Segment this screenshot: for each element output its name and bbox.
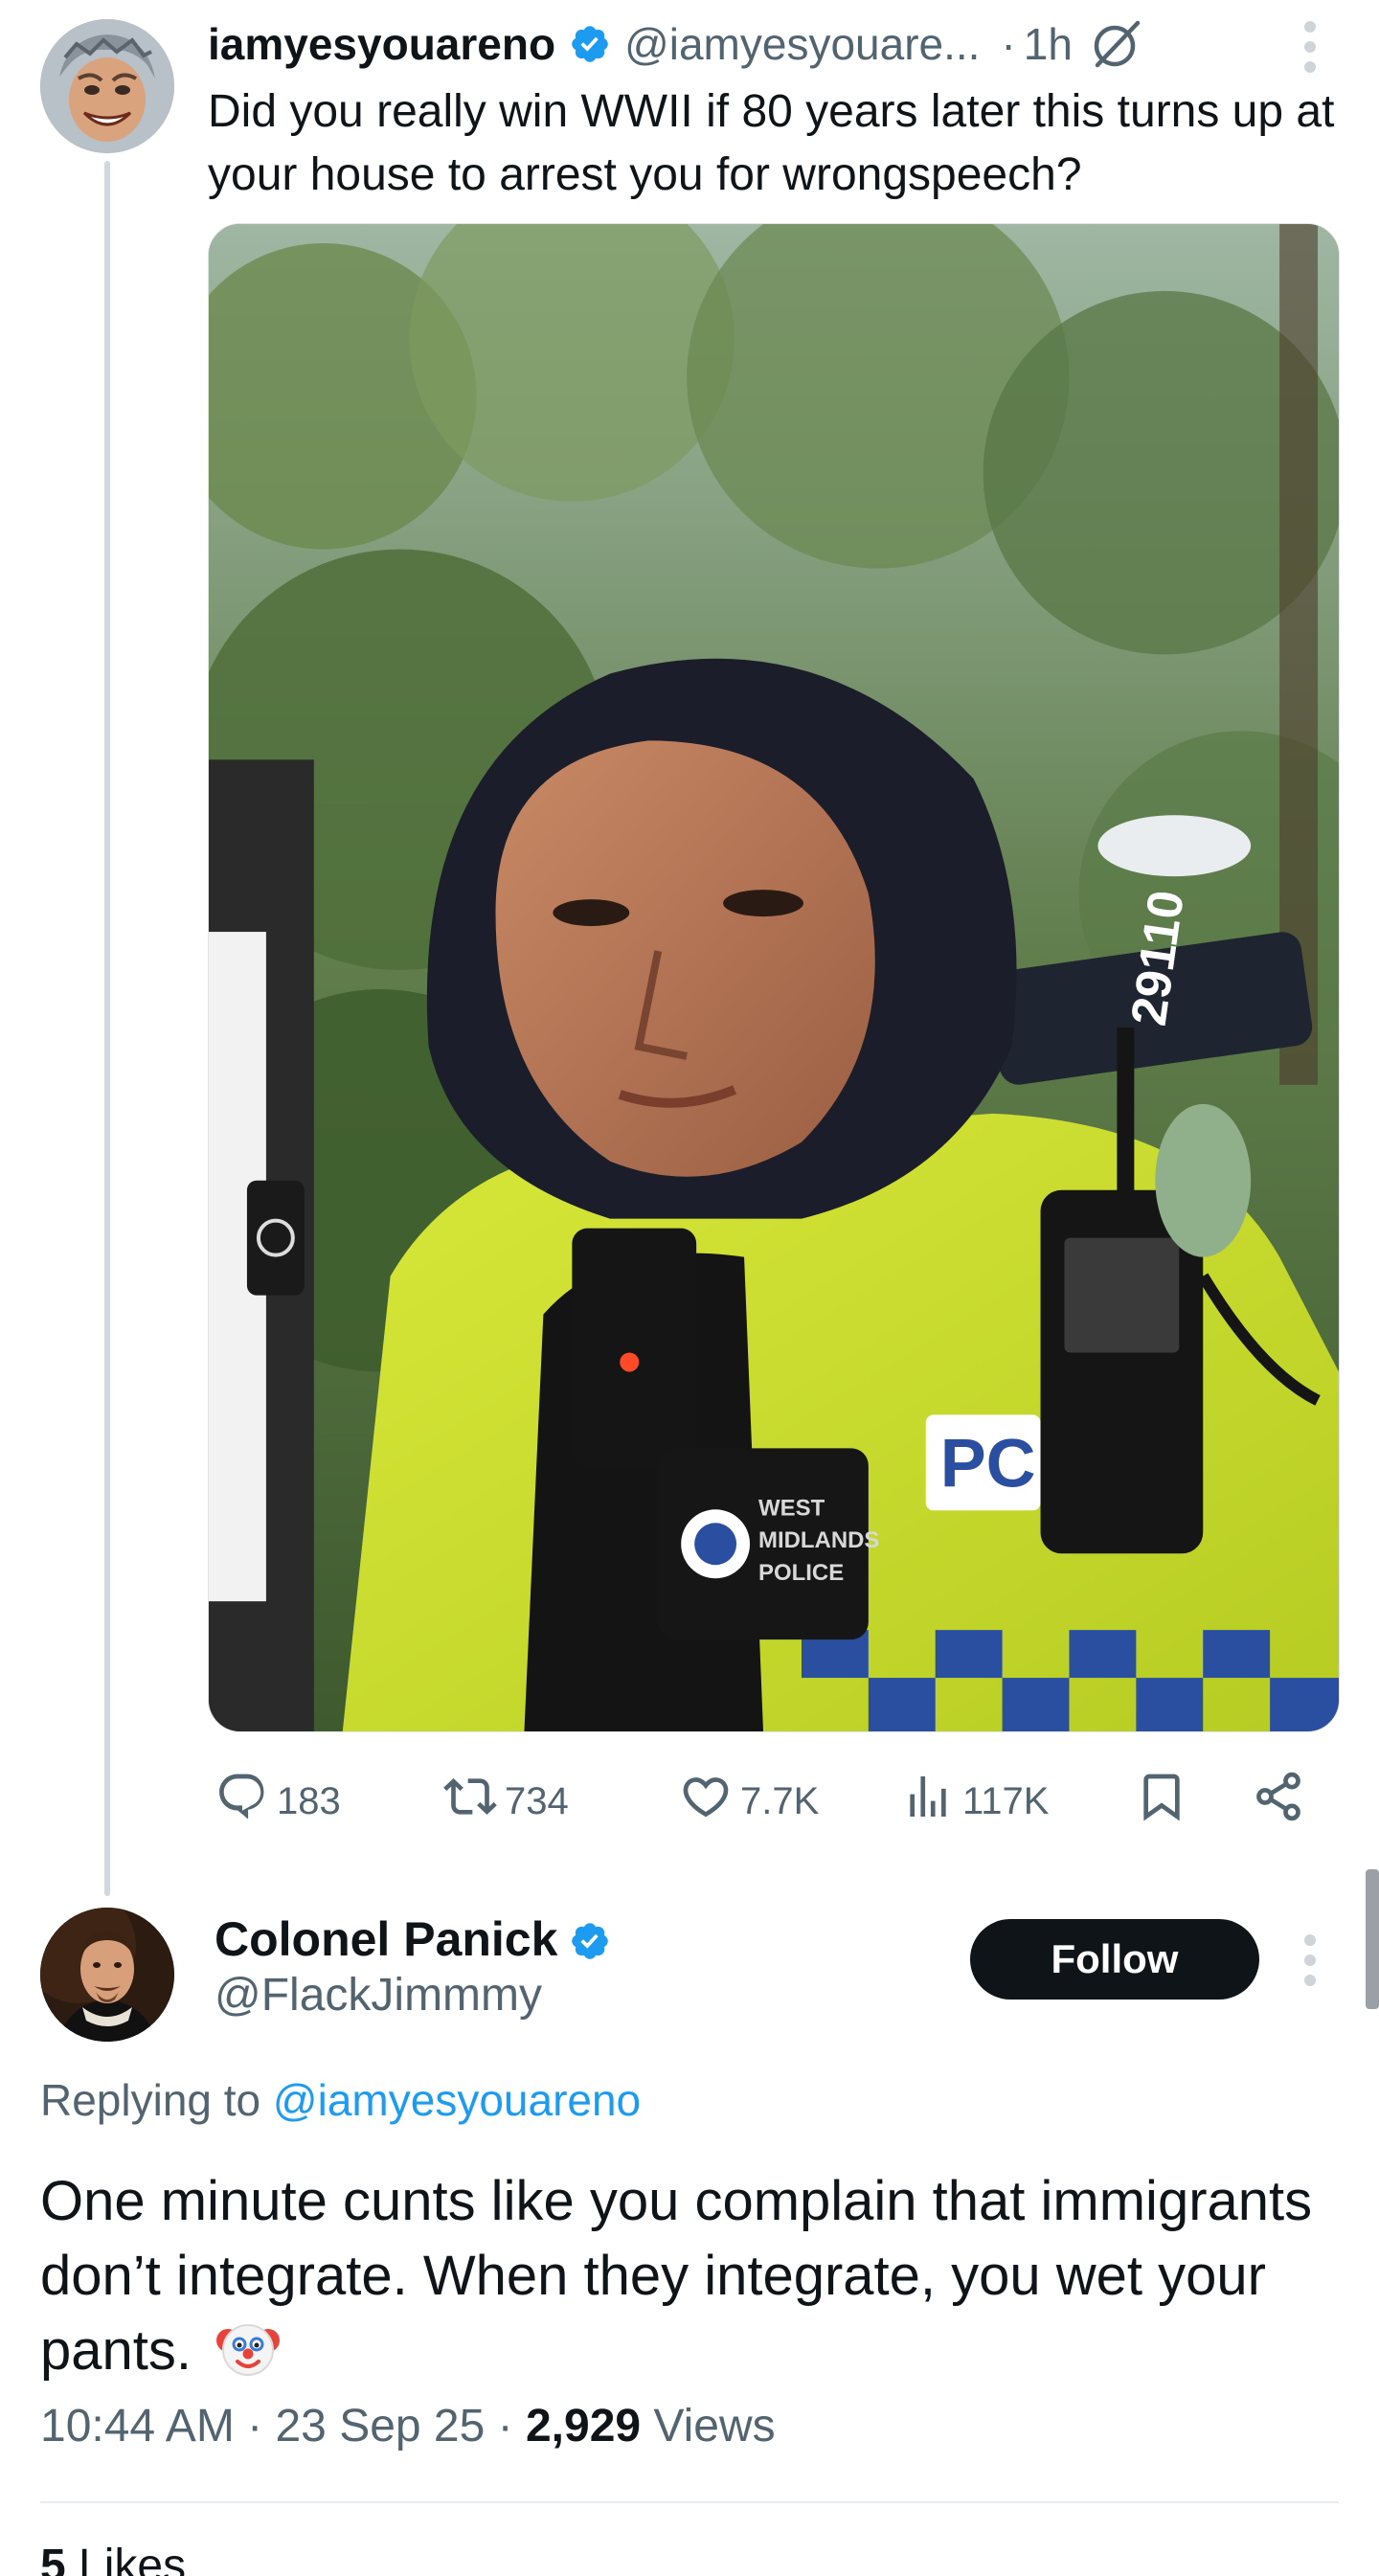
tweet-text: Did you really win WWII if 80 years late… [208,86,1335,200]
tweet-header: iamyesyouareno @iamyesyouare... · 1h [208,17,1143,71]
replying-to-line: Replying to @iamyesyouareno [40,2074,641,2126]
reply-author-handle[interactable]: @FlackJimmmy [215,1969,542,2022]
reply-author-header: Colonel Panick [215,1906,624,1973]
verified-badge-icon [569,1918,611,1960]
tweet-media-photo[interactable]: 29110 WEST MIDLANDS POLICE PC [208,223,1340,1732]
verified-badge-icon [569,23,611,65]
patch-line-1: WEST [758,1495,825,1521]
more-options-icon[interactable] [1302,1934,1318,1995]
like-count: 7.7K [740,1779,820,1822]
author-avatar[interactable] [40,19,174,153]
divider [40,2501,1339,2503]
reply-timestamp[interactable]: 10:44 AM · 23 Sep 25 · [40,2401,526,2452]
author-display-name[interactable]: iamyesyouareno [208,18,555,70]
views-count: 117K [962,1779,1050,1822]
author-handle[interactable]: @iamyesyouare... [624,18,980,70]
reply-text: One minute cunts like you complain that … [40,2164,1343,2388]
reply-button[interactable]: 183 [215,1770,341,1833]
reply-icon [215,1770,269,1833]
reply-count: 183 [277,1779,341,1822]
views-button[interactable]: 117K [901,1770,1049,1833]
scrollbar-thumb[interactable] [1366,1869,1379,2009]
share-icon [1252,1770,1305,1833]
separator-dot: · [1001,19,1016,69]
bookmark-icon [1135,1770,1188,1833]
share-button[interactable] [1252,1770,1305,1833]
like-icon [679,1770,733,1833]
views-icon [901,1770,955,1833]
reply-meta: 10:44 AM · 23 Sep 25 · 2,929 Views [40,2400,776,2452]
repost-button[interactable]: 734 [443,1770,569,1833]
bookmark-button[interactable] [1135,1770,1188,1833]
reply-likes-label: Likes [65,2541,187,2576]
follow-button[interactable]: Follow [970,1919,1259,2000]
reply-likes-count: 5 [40,2541,66,2576]
reply-views-label: Views [641,2401,776,2452]
thread-connector-line [104,161,110,1896]
reply-likes-line[interactable]: 5 Likes [40,2540,186,2576]
tweet-time[interactable]: 1h [1024,18,1073,70]
repost-icon [443,1770,497,1833]
patch-line-3: POLICE [758,1560,844,1586]
patch-line-2: MIDLANDS [758,1527,879,1553]
reply-views-count: 2,929 [525,2401,642,2452]
reply-author-avatar[interactable] [40,1908,174,2042]
grok-icon[interactable] [1090,17,1143,71]
repost-count: 734 [505,1779,569,1822]
vest-pc-badge: PC [940,1425,1036,1502]
reply-author-display-name[interactable]: Colonel Panick [215,1911,557,1967]
replying-to-mention[interactable]: @iamyesyouareno [273,2075,641,2125]
tweet-actions-bar: 183 734 7.7K 117K [208,1770,1347,1833]
like-button[interactable]: 7.7K [679,1770,819,1833]
more-options-icon[interactable] [1302,21,1318,81]
clown-face-icon [215,2314,282,2381]
replying-to-prefix: Replying to [40,2075,273,2125]
